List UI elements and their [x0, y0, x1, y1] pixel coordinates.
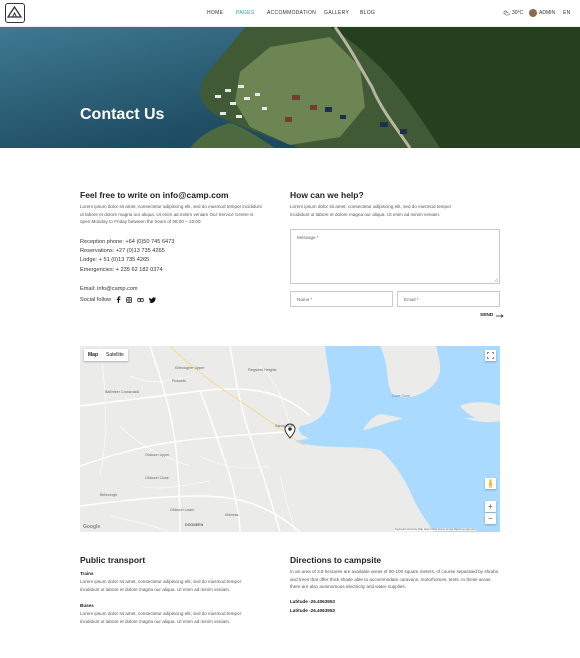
map-label: Kilbrews	[225, 513, 239, 517]
user-menu[interactable]: ADMIN	[529, 9, 555, 17]
email-field[interactable]: Email *	[397, 291, 500, 307]
send-label: SEND	[480, 313, 494, 318]
contact-heading: Feel free to write on info@camp.com	[80, 190, 229, 200]
name-field[interactable]: Name *	[290, 291, 393, 307]
hero-aerial-image	[0, 27, 580, 148]
map-label: Oldcourt Lower	[170, 508, 195, 512]
street-view-button[interactable]	[485, 478, 496, 489]
language-selector[interactable]: EN	[563, 10, 571, 16]
tripadvisor-icon[interactable]	[137, 297, 144, 303]
nav-blog[interactable]: BLOG	[360, 10, 375, 16]
contact-email[interactable]: Email: info@camp.com	[80, 286, 138, 292]
social-label: Social follow	[80, 296, 112, 303]
name-placeholder: Name *	[297, 297, 313, 302]
map-label: Pickards	[172, 379, 186, 383]
tab-satellite[interactable]: Satellite	[102, 349, 128, 361]
send-button[interactable]: SEND	[480, 313, 504, 318]
weather-sun-cloud-icon	[503, 10, 510, 16]
help-intro: Lorem ipsum dolor sit amet, consectetur …	[290, 204, 452, 217]
transport-heading: Public transport	[80, 555, 146, 565]
weather-widget: 30°C	[503, 10, 523, 16]
help-heading: How can we help?	[290, 190, 364, 200]
trains-text: Lorem ipsum dolor sit amet, consectetur …	[80, 579, 242, 592]
minus-icon: −	[488, 514, 493, 523]
map-label: DOONEEN	[185, 523, 204, 527]
site-header: HOME PAGES ACCOMMODATION GALLERY BLOG 30…	[0, 0, 580, 27]
map-label: Killeclogher Upper	[175, 366, 205, 370]
google-logo[interactable]: Google	[83, 524, 100, 530]
map-label: Oldcourt Upper	[145, 453, 170, 457]
map-label: Oldcourt Close	[145, 476, 169, 480]
latitude-2: Latitude -26.4063953	[290, 608, 335, 613]
fullscreen-icon	[487, 352, 494, 359]
directions-heading: Directions to campsite	[290, 555, 382, 565]
map-label: Ringsend Heights	[248, 368, 277, 372]
instagram-icon[interactable]	[126, 296, 133, 303]
weather-temperature: 30°C	[512, 10, 524, 16]
latitude-1: Latitude -26.4063953	[290, 599, 335, 604]
map-footer[interactable]: Keyboard shortcuts Map data ©2021 Terms …	[395, 528, 476, 531]
zoom-in-button[interactable]: +	[485, 501, 496, 512]
reservations-phone: Reservations: +27 (0)13 735 4265	[80, 248, 165, 254]
map-label: Sandycove	[275, 424, 293, 428]
tab-map[interactable]: Map	[84, 349, 102, 361]
arrow-right-icon	[496, 313, 504, 318]
plus-icon: +	[488, 502, 493, 511]
facebook-icon[interactable]	[116, 296, 121, 303]
lodge-phone: Lodge: + 51 (0)13 735 4265	[80, 257, 150, 263]
fullscreen-button[interactable]	[485, 350, 496, 361]
twitter-icon[interactable]	[149, 296, 156, 303]
directions-text: In an area of 3.8 hectares are available…	[290, 569, 499, 590]
emergencies-phone: Emergencies: + 235 62 182 0374	[80, 267, 163, 273]
map-label: Cove Cove	[392, 394, 410, 398]
buses-text: Lorem ipsum dolor sit amet, consectetur …	[80, 611, 242, 624]
map-label: Ballinteer Crossroads	[105, 390, 140, 394]
message-placeholder: Message *	[297, 235, 319, 240]
zoom-out-button[interactable]: −	[485, 513, 496, 524]
location-map[interactable]: Map Satellite + − Killeclogher Upper Pic…	[80, 346, 500, 532]
hero-banner: Contact Us	[0, 27, 580, 148]
email-placeholder: Email *	[404, 297, 419, 302]
map-type-tabs: Map Satellite	[84, 349, 128, 361]
nav-gallery[interactable]: GALLERY	[324, 10, 349, 16]
user-name: ADMIN	[539, 10, 556, 16]
resize-handle-icon[interactable]	[494, 278, 498, 282]
message-field[interactable]: Message *	[290, 229, 500, 284]
nav-home[interactable]: HOME	[207, 10, 223, 16]
page-title: Contact Us	[80, 106, 165, 123]
nav-accommodation[interactable]: ACCOMMODATION	[267, 10, 316, 16]
contact-intro: Lorem ipsum dolor sit amet, consectetur …	[80, 204, 262, 225]
nav-pages[interactable]: PAGES	[236, 10, 254, 16]
avatar	[529, 9, 537, 17]
reception-phone: Reception phone: +64 (0)50 745 6473	[80, 239, 175, 245]
buses-title: Buses	[80, 603, 94, 608]
map-label: Bellevergh	[100, 493, 117, 497]
trains-title: Trains	[80, 571, 94, 576]
pegman-icon	[489, 479, 492, 488]
map-canvas[interactable]	[80, 346, 500, 532]
social-row: Social follow	[80, 296, 156, 303]
camp-logo-icon[interactable]	[5, 3, 25, 23]
